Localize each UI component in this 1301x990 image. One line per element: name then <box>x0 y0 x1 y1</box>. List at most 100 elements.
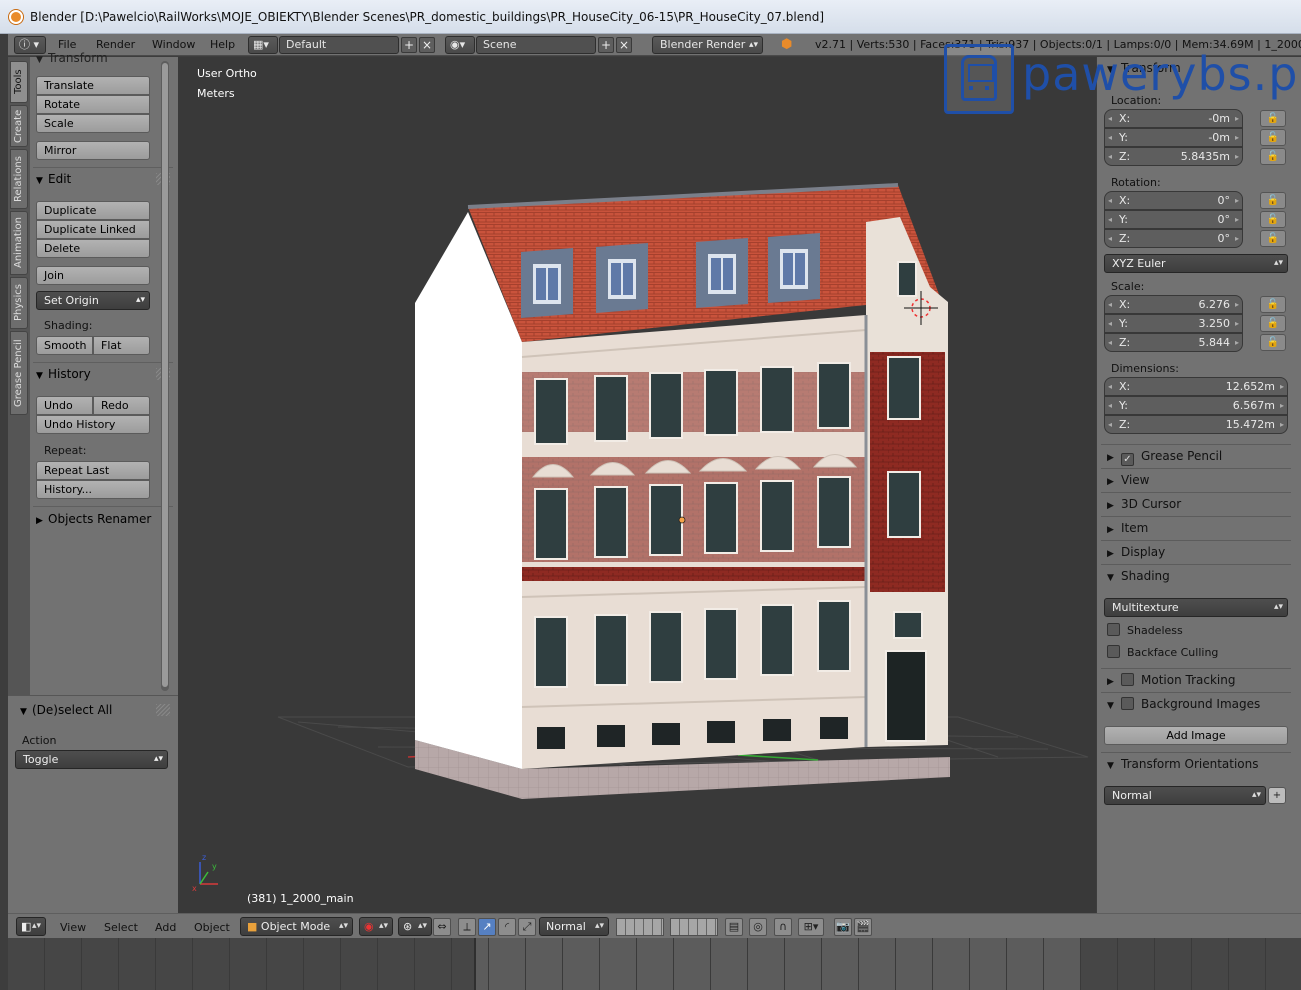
layers-group-1[interactable] <box>616 918 664 936</box>
checkbox-icon[interactable] <box>1107 623 1120 636</box>
menu-window[interactable]: Window <box>152 38 195 51</box>
display-section-header[interactable]: ▶ Display <box>1107 545 1165 559</box>
snap-toggle-icon[interactable]: ∩ <box>774 918 792 936</box>
scrollbar-thumb[interactable] <box>162 63 168 687</box>
shadeless-checkbox[interactable]: Shadeless <box>1107 623 1183 637</box>
menu-object[interactable]: Object <box>194 921 230 934</box>
rotate-button[interactable]: Rotate <box>36 95 150 114</box>
rotate-manipulator-icon[interactable]: ◜ <box>498 918 516 936</box>
add-image-button[interactable]: Add Image <box>1104 726 1288 745</box>
3d-cursor-section-header[interactable]: ▶ 3D Cursor <box>1107 497 1181 511</box>
lock-scale-y-icon[interactable]: 🔓 <box>1260 315 1286 332</box>
motion-tracking-section-header[interactable]: ▶ Motion Tracking <box>1107 673 1235 687</box>
checkbox-icon[interactable] <box>1107 645 1120 658</box>
view-section-header[interactable]: ▶ View <box>1107 473 1149 487</box>
delete-button[interactable]: Delete <box>36 239 150 258</box>
rotation-y-field[interactable]: ◂ Y: 0° ▸ <box>1104 210 1243 229</box>
scene-icon[interactable]: ◉▾ <box>445 36 475 54</box>
location-z-field[interactable]: ◂ Z: 5.8435m ▸ <box>1104 147 1243 166</box>
menu-select[interactable]: Select <box>104 921 138 934</box>
tab-tools[interactable]: Tools <box>10 61 28 103</box>
background-images-section-header[interactable]: ▼ Background Images <box>1107 697 1260 711</box>
transform-orientation-dropdown[interactable]: Normal ▴▾ <box>539 917 609 936</box>
lock-rotation-x-icon[interactable]: 🔓 <box>1260 192 1286 209</box>
remove-scene-icon[interactable]: × <box>616 37 632 53</box>
mirror-button[interactable]: Mirror <box>36 141 150 160</box>
lock-scale-x-icon[interactable]: 🔓 <box>1260 296 1286 313</box>
rotation-x-field[interactable]: ◂ X: 0° ▸ <box>1104 191 1243 210</box>
translate-button[interactable]: Translate <box>36 76 150 95</box>
panel-grip-icon[interactable] <box>156 704 170 716</box>
duplicate-button[interactable]: Duplicate <box>36 201 150 220</box>
checkbox-icon[interactable] <box>1121 697 1134 710</box>
orientation-dropdown[interactable]: Normal ▴▾ <box>1104 786 1266 805</box>
operator-section-header[interactable]: ▼ (De)select All <box>20 703 112 717</box>
tab-animation[interactable]: Animation <box>10 211 28 275</box>
transform-orientations-section-header[interactable]: ▼ Transform Orientations <box>1107 757 1259 771</box>
redo-button[interactable]: Redo <box>93 396 150 415</box>
add-orientation-icon[interactable]: + <box>1268 787 1286 804</box>
location-y-field[interactable]: ◂ Y: -0m ▸ <box>1104 128 1243 147</box>
tab-grease-pencil[interactable]: Grease Pencil <box>10 331 28 415</box>
set-origin-dropdown[interactable]: Set Origin ▴▾ <box>36 291 150 310</box>
lock-location-y-icon[interactable]: 🔓 <box>1260 129 1286 146</box>
3d-viewport[interactable]: User Ortho Meters z y x (381) 1_2000_mai… <box>178 57 1096 913</box>
manipulator-toggle-icon[interactable]: ⇔ <box>433 918 451 936</box>
screen-layout-icon[interactable]: ▦▾ <box>248 36 278 54</box>
action-dropdown[interactable]: Toggle ▴▾ <box>15 750 168 769</box>
add-layout-icon[interactable]: + <box>401 37 417 53</box>
shading-mode-dropdown[interactable]: Multitexture ▴▾ <box>1104 598 1288 617</box>
viewport-shading-dropdown[interactable]: ◉ ▴▾ <box>359 917 393 936</box>
duplicate-linked-button[interactable]: Duplicate Linked <box>36 220 150 239</box>
shading-section-header[interactable]: ▼ Shading <box>1107 569 1170 583</box>
render-opengl-image-icon[interactable]: 📷 <box>834 918 852 936</box>
rotation-z-field[interactable]: ◂ Z: 0° ▸ <box>1104 229 1243 248</box>
remove-layout-icon[interactable]: × <box>419 37 435 53</box>
scale-y-field[interactable]: ◂ Y: 3.250 ▸ <box>1104 314 1243 333</box>
rotation-mode-dropdown[interactable]: XYZ Euler ▴▾ <box>1104 254 1288 273</box>
timeline-area[interactable] <box>8 938 1301 990</box>
menu-add[interactable]: Add <box>155 921 176 934</box>
objects-renamer-section-header[interactable]: ▶ Objects Renamer <box>36 512 151 526</box>
mode-dropdown[interactable]: ■ Object Mode ▴▾ <box>240 917 353 936</box>
toolshelf-scrollbar[interactable] <box>161 61 169 691</box>
lock-scale-z-icon[interactable]: 🔓 <box>1260 334 1286 351</box>
manipulator-axes-icon[interactable]: ⟂ <box>458 918 476 936</box>
undo-button[interactable]: Undo <box>36 396 93 415</box>
proportional-edit-icon[interactable]: ◎ <box>749 918 767 936</box>
smooth-button[interactable]: Smooth <box>36 336 93 355</box>
flat-button[interactable]: Flat <box>93 336 150 355</box>
repeat-last-button[interactable]: Repeat Last <box>36 461 150 480</box>
grease-pencil-section-header[interactable]: ▶ ✓ Grease Pencil <box>1107 449 1222 466</box>
translate-manipulator-icon[interactable]: ↗ <box>478 918 496 936</box>
dimensions-y-field[interactable]: ◂ Y: 6.567m ▸ <box>1104 396 1288 415</box>
timeline-current-frame-marker[interactable] <box>474 938 476 990</box>
transform-section-header[interactable]: ▼ Transform <box>36 51 108 65</box>
lock-location-z-icon[interactable]: 🔓 <box>1260 148 1286 165</box>
location-x-field[interactable]: ◂ X: -0m ▸ <box>1104 109 1243 128</box>
scale-manipulator-icon[interactable]: ⤢ <box>518 918 536 936</box>
lock-layers-icon[interactable]: ▤ <box>725 918 743 936</box>
lock-location-x-icon[interactable]: 🔓 <box>1260 110 1286 127</box>
scale-x-field[interactable]: ◂ X: 6.276 ▸ <box>1104 295 1243 314</box>
backface-culling-checkbox[interactable]: Backface Culling <box>1107 645 1218 659</box>
history-button[interactable]: History... <box>36 480 150 499</box>
join-button[interactable]: Join <box>36 266 150 285</box>
snap-element-icon[interactable]: ⊞▾ <box>798 918 824 936</box>
scale-button[interactable]: Scale <box>36 114 150 133</box>
tab-relations[interactable]: Relations <box>10 149 28 209</box>
scene-field[interactable]: Scene <box>476 36 596 54</box>
item-section-header[interactable]: ▶ Item <box>1107 521 1148 535</box>
add-scene-icon[interactable]: + <box>598 37 614 53</box>
menu-help[interactable]: Help <box>210 38 235 51</box>
lock-rotation-z-icon[interactable]: 🔓 <box>1260 230 1286 247</box>
undo-history-button[interactable]: Undo History <box>36 415 150 434</box>
lock-rotation-y-icon[interactable]: 🔓 <box>1260 211 1286 228</box>
dimensions-x-field[interactable]: ◂ X: 12.652m ▸ <box>1104 377 1288 396</box>
layers-group-2[interactable] <box>670 918 718 936</box>
render-engine-dropdown[interactable]: Blender Render ▴▾ <box>652 36 763 54</box>
tab-create[interactable]: Create <box>10 105 28 147</box>
screen-layout-field[interactable]: Default <box>279 36 399 54</box>
menu-file[interactable]: File <box>58 38 76 51</box>
checkbox-icon[interactable] <box>1121 673 1134 686</box>
